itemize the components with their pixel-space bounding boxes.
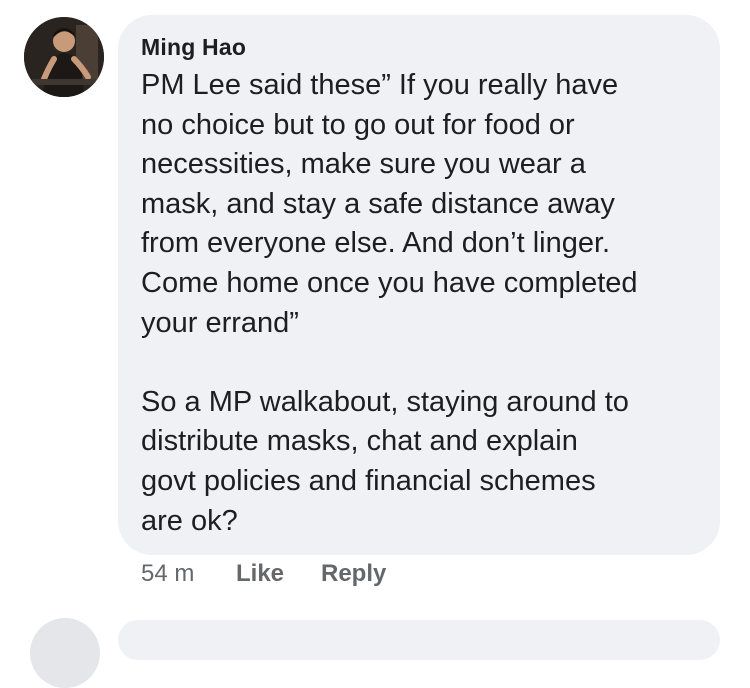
comment-author[interactable]: Ming Hao	[141, 34, 246, 61]
comment-line: govt policies and financial schemes	[141, 464, 596, 497]
comment-paragraph: PM Lee said these” If you really have no…	[141, 66, 711, 343]
reply-button[interactable]: Reply	[321, 560, 386, 588]
comment-line: necessities, make sure you wear a	[141, 148, 586, 181]
comment-text: PM Lee said these” If you really have no…	[141, 66, 711, 541]
comment-line: distribute masks, chat and explain	[141, 425, 578, 458]
comment-line: So a MP walkabout, staying around to	[141, 385, 629, 418]
avatar[interactable]	[24, 17, 104, 97]
comment-line: Come home once you have completed	[141, 266, 638, 299]
comment-line: PM Lee said these” If you really have	[141, 69, 619, 101]
timestamp[interactable]: 54 m	[141, 560, 194, 588]
comment-paragraph: So a MP walkabout, staying around to dis…	[141, 383, 711, 541]
like-button[interactable]: Like	[236, 560, 284, 588]
comment-line: are ok?	[141, 504, 238, 537]
comment-line: from everyone else. And don’t linger.	[141, 227, 611, 260]
comment-line: mask, and stay a safe distance away	[141, 187, 615, 220]
next-comment-avatar[interactable]	[30, 618, 100, 688]
avatar-photo	[24, 17, 104, 97]
comment: Ming Hao PM Lee said these” If you reall…	[0, 0, 750, 688]
comment-line: your errand”	[141, 306, 299, 339]
comment-line: no choice but to go out for food or	[141, 108, 575, 141]
next-comment-bubble	[118, 620, 720, 660]
